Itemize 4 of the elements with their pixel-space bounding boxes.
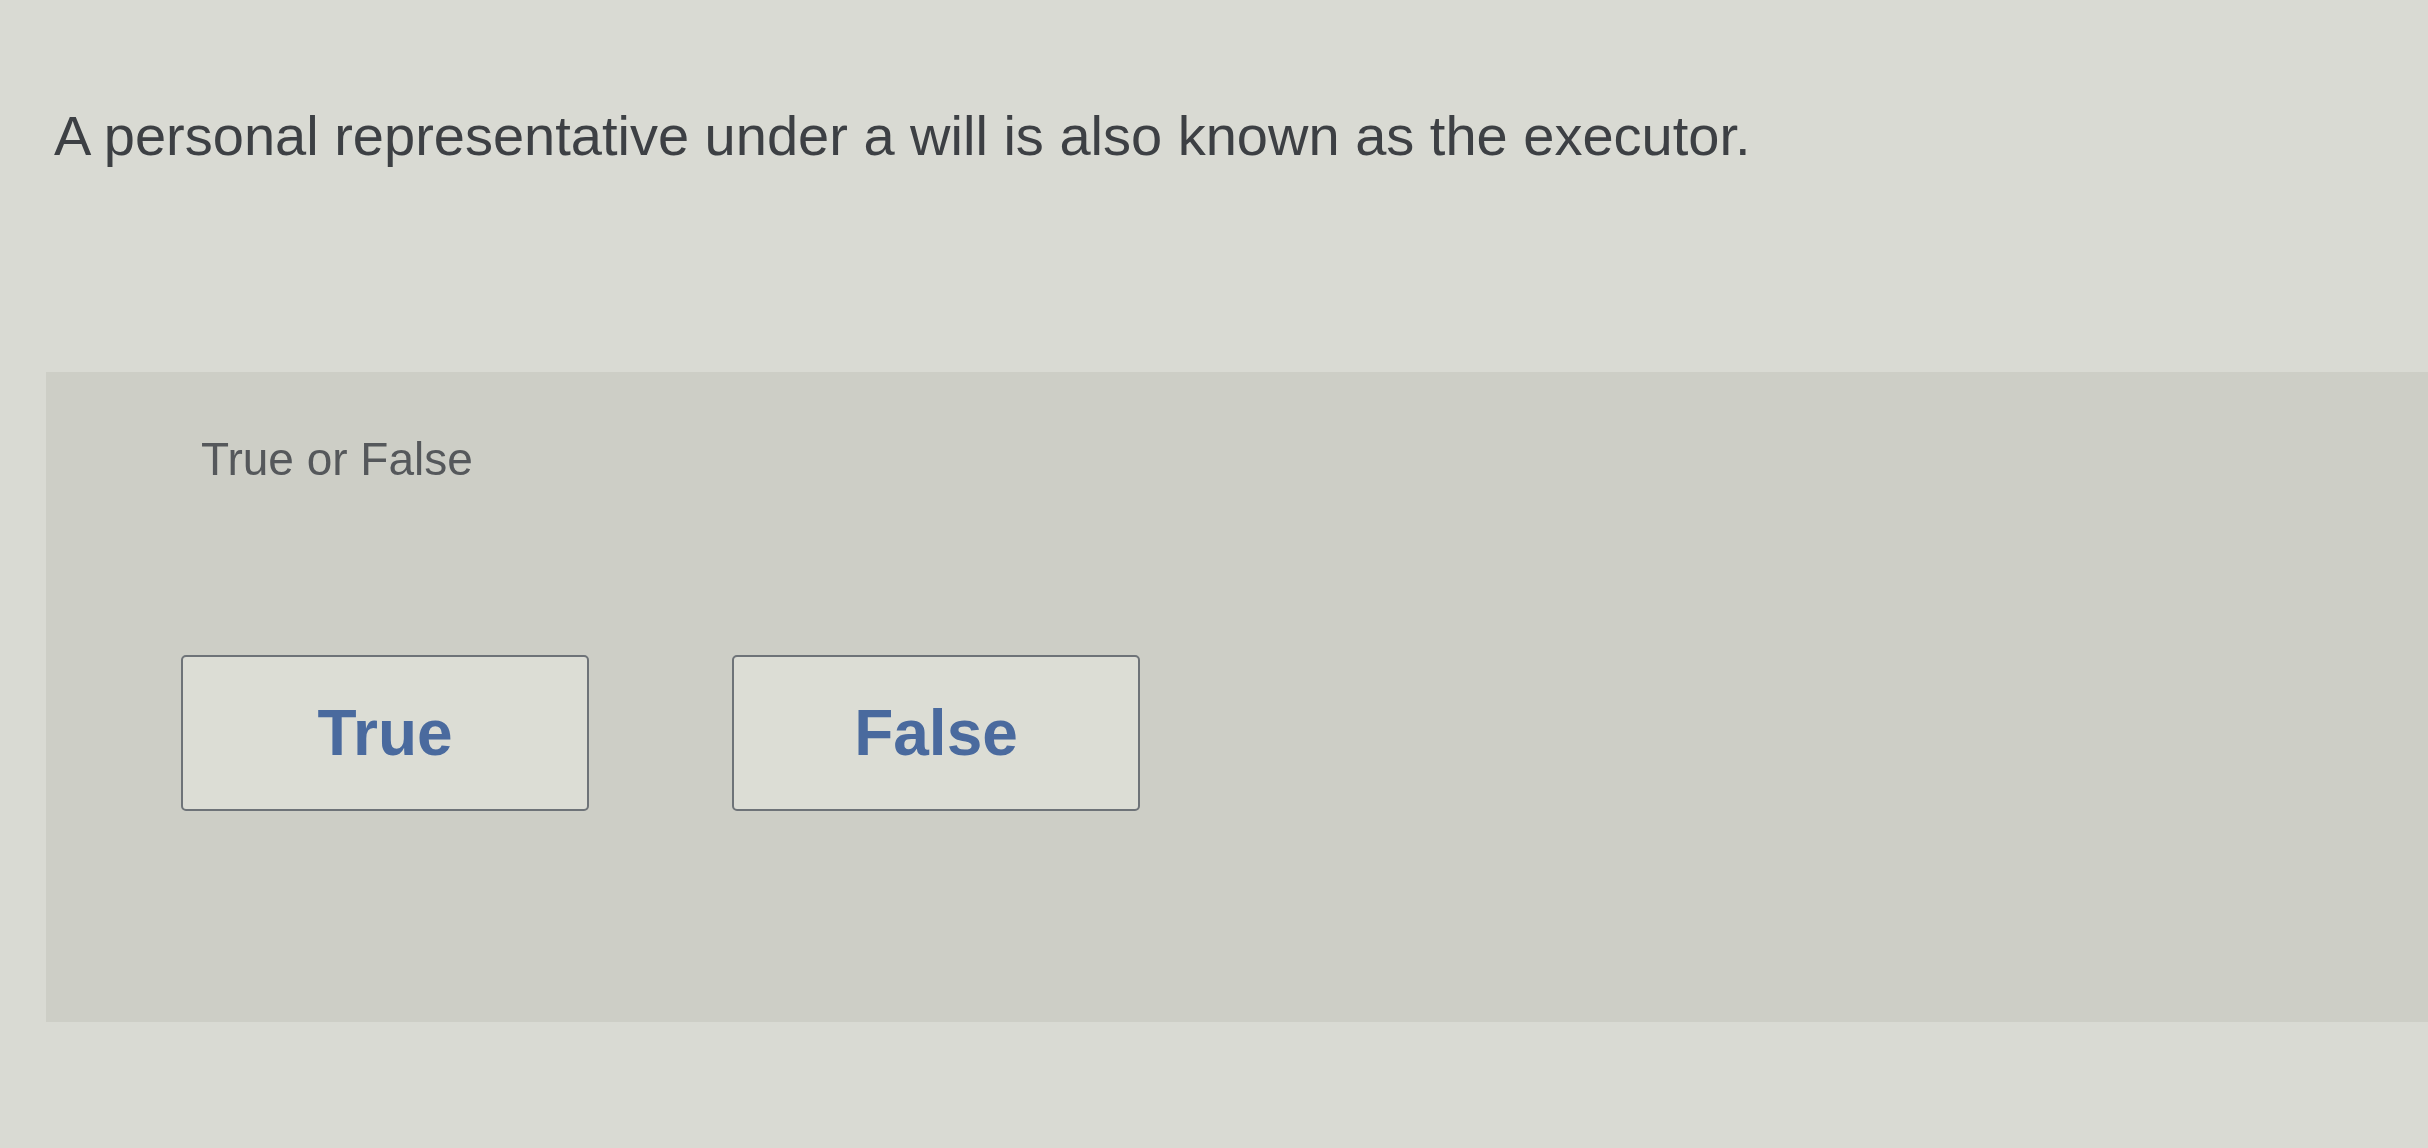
question-text: A personal representative under a will is also known as the executor. xyxy=(54,103,1751,169)
prompt-text: True or False xyxy=(201,432,473,488)
option-button[interactable]: False xyxy=(732,655,1140,812)
option-button[interactable]: True xyxy=(181,655,589,812)
